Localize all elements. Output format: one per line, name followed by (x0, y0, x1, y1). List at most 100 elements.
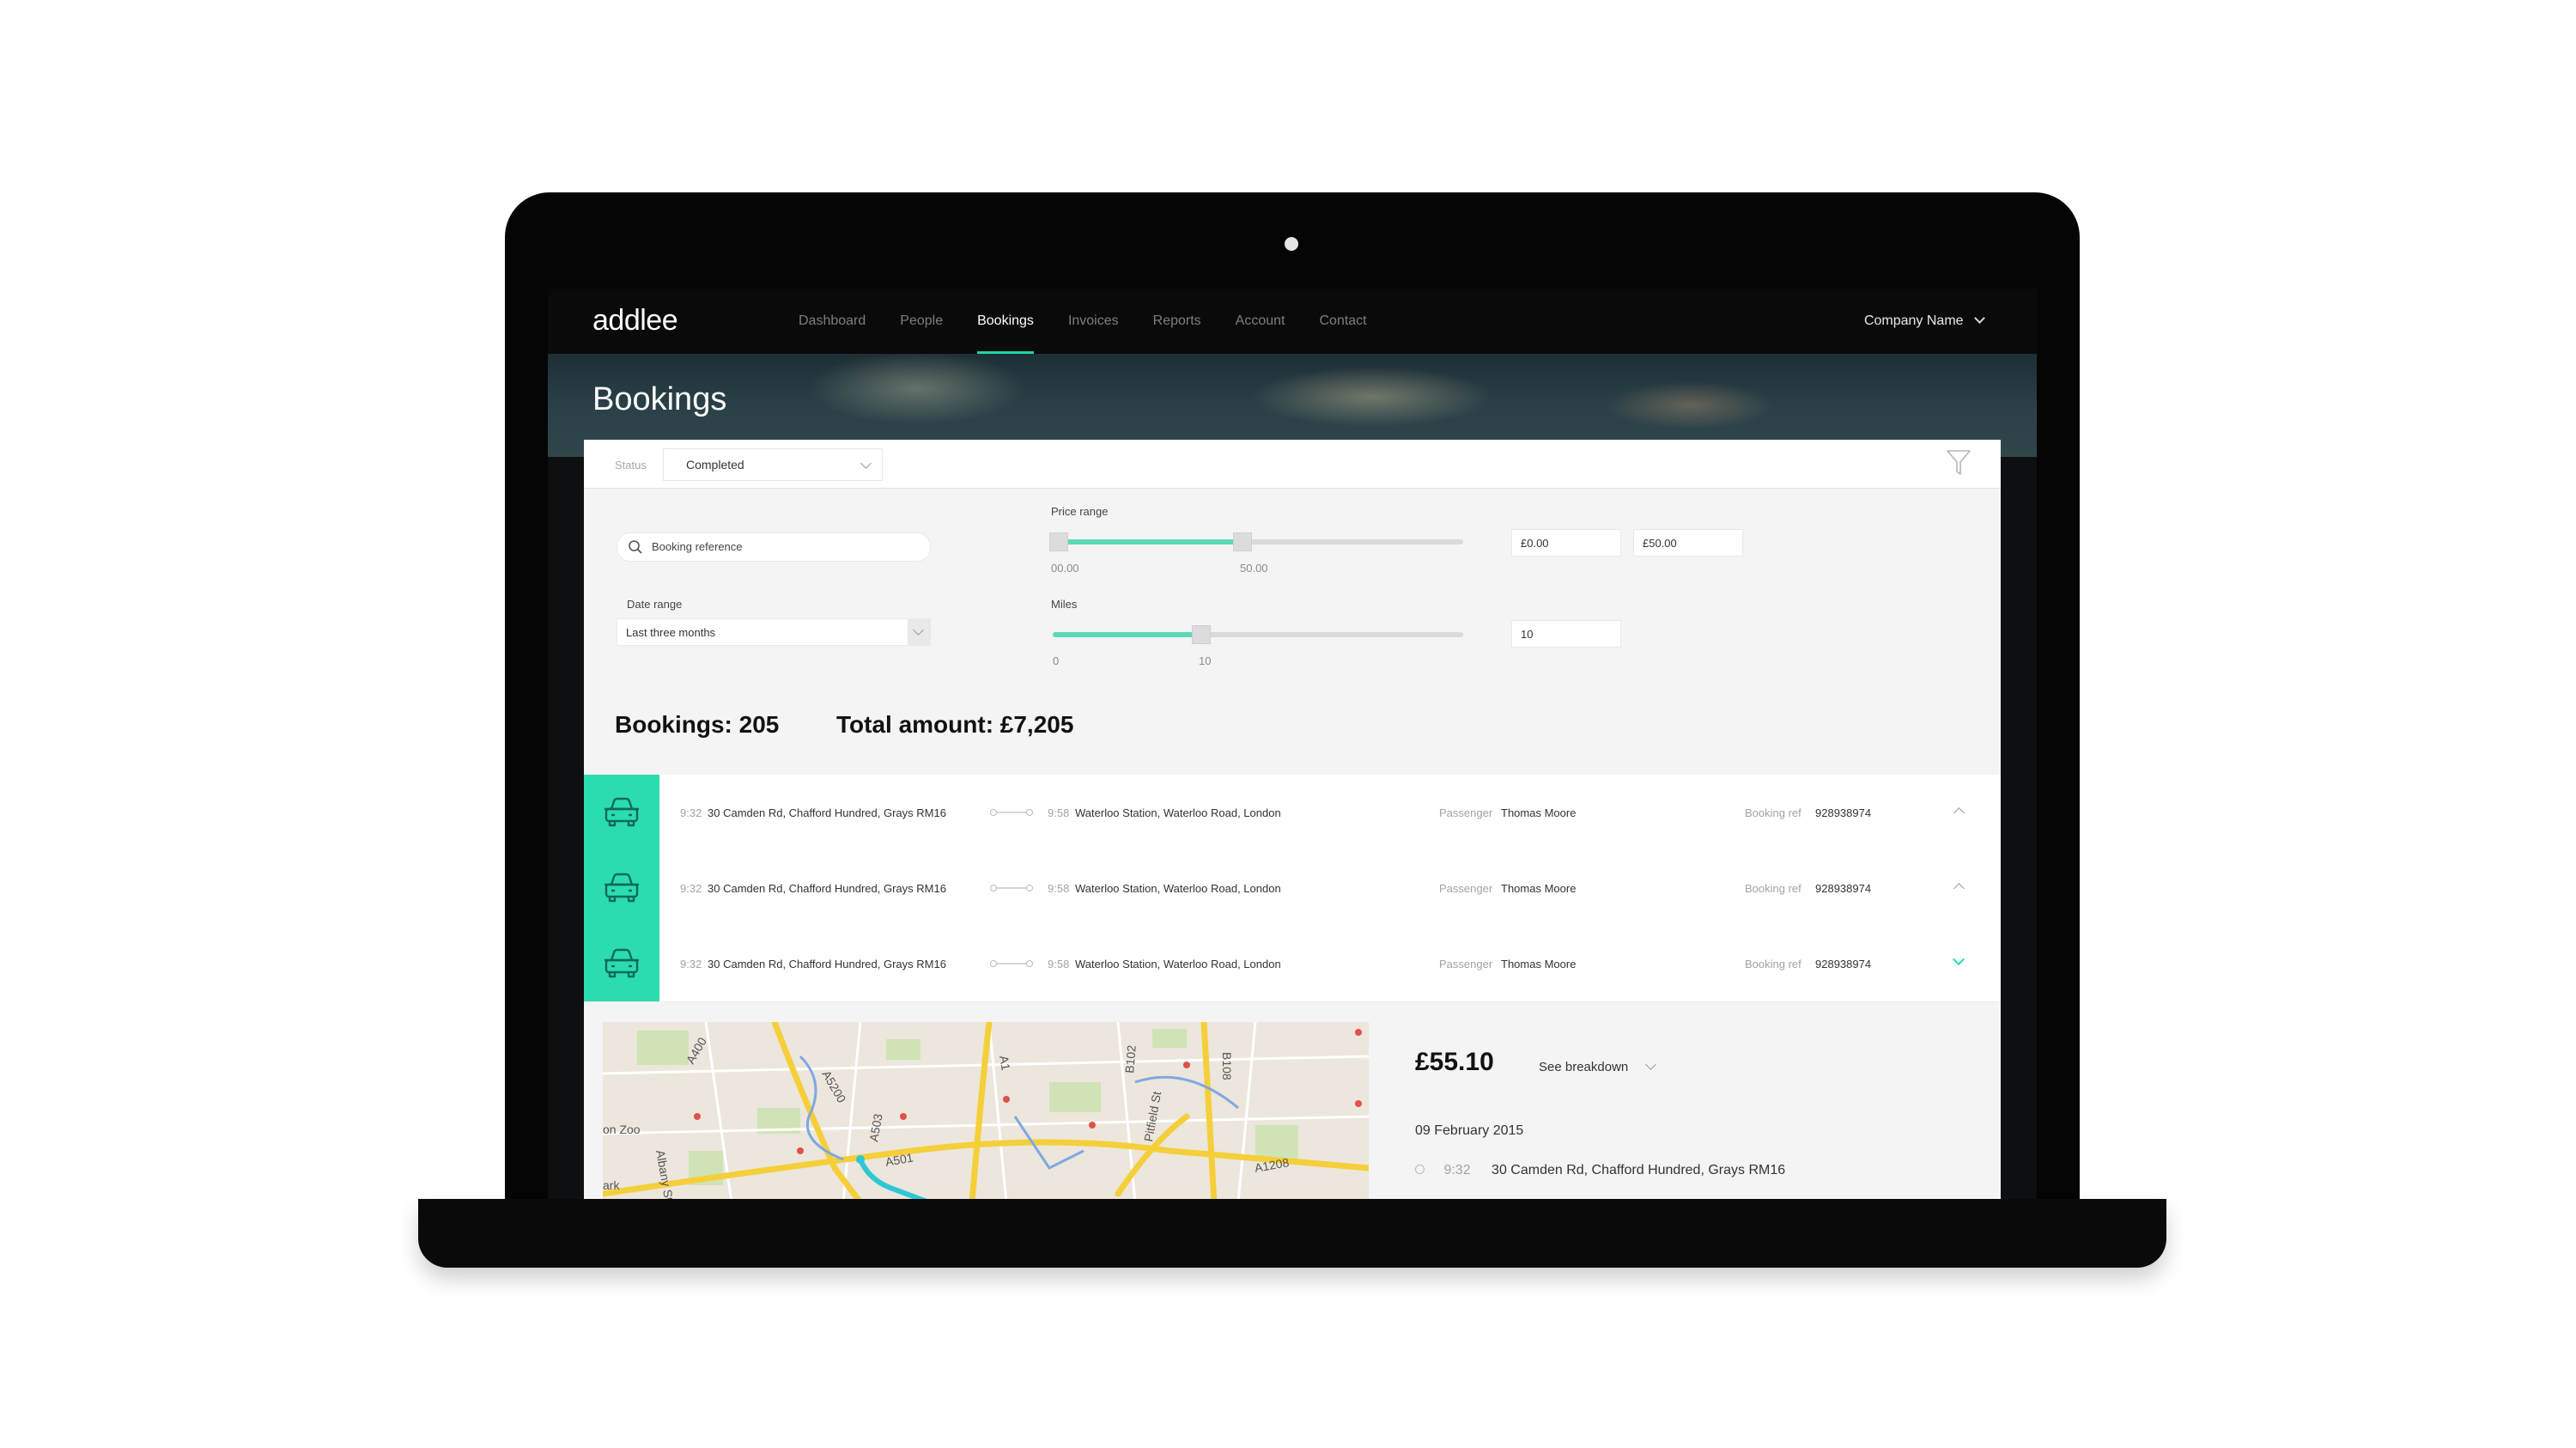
drop-time: 9:58 (1048, 958, 1070, 970)
map-label: A1 (997, 1055, 1013, 1072)
miles-slider[interactable] (1053, 625, 1463, 644)
map-label: ark (603, 1178, 620, 1192)
passenger-name: Thomas Moore (1501, 882, 1577, 895)
car-icon (605, 797, 639, 827)
miles-slider-fill (1053, 632, 1201, 637)
chevron-down-icon (1645, 1059, 1657, 1070)
date-range-dropdown-button[interactable] (908, 619, 930, 645)
status-select[interactable]: Completed (663, 448, 883, 481)
drop-address: Waterloo Station, Waterloo Road, London (1075, 882, 1281, 895)
date-range-select[interactable]: Last three months (617, 618, 931, 646)
map-label: B108 (1220, 1052, 1234, 1080)
passenger-name: Thomas Moore (1501, 806, 1577, 819)
see-breakdown-label: See breakdown (1539, 1060, 1629, 1074)
search-icon (629, 540, 642, 554)
price-min-tick: 00.00 (1051, 562, 1079, 575)
passenger-label: Passenger (1439, 882, 1493, 895)
price-max-tick: 50.00 (1240, 562, 1268, 575)
drop-time: 9:58 (1048, 806, 1070, 819)
nav-contact[interactable]: Contact (1319, 289, 1366, 354)
nav-account[interactable]: Account (1236, 289, 1285, 354)
main-nav: Dashboard People Bookings Invoices Repor… (799, 289, 1401, 354)
miles-label: Miles (1051, 598, 1078, 611)
date-range-value: Last three months (626, 626, 716, 639)
price-max-handle[interactable] (1232, 532, 1252, 551)
pickup-time: 9:32 (680, 806, 702, 819)
page-title: Bookings (592, 381, 727, 417)
miles-handle[interactable] (1192, 625, 1212, 644)
addlee-logo[interactable]: addlee (592, 304, 678, 338)
laptop-base (418, 1199, 2166, 1268)
booking-ref: 928938974 (1815, 806, 1872, 819)
date-range-label: Date range (627, 598, 683, 611)
miles-tick: 10 (1199, 654, 1212, 667)
miles-field[interactable]: 10 (1511, 620, 1621, 648)
price-min-field[interactable]: £0.00 (1511, 529, 1621, 557)
status-label: Status (615, 459, 647, 472)
route-start-dot (990, 809, 997, 816)
journey-leg: 9:32 30 Camden Rd, Chafford Hundred, Gra… (1415, 1163, 1785, 1178)
booking-icon-cell (584, 775, 659, 850)
price-range-label: Price range (1051, 505, 1109, 518)
route-end-dot (1026, 809, 1033, 816)
pickup-time: 9:32 (680, 882, 702, 895)
nav-invoices[interactable]: Invoices (1068, 289, 1119, 354)
price-max-value: £50.00 (1643, 537, 1677, 550)
miles-value: 10 (1521, 628, 1534, 641)
car-icon (605, 873, 639, 903)
filter-icon[interactable] (1946, 448, 1971, 478)
booking-row[interactable]: 9:32 30 Camden Rd, Chafford Hundred, Gra… (584, 850, 2001, 927)
booking-price: £55.10 (1415, 1048, 1494, 1076)
pickup-address: 30 Camden Rd, Chafford Hundred, Grays RM… (708, 958, 946, 970)
route-end-dot (1026, 960, 1033, 967)
price-min-handle[interactable] (1049, 532, 1068, 551)
booking-row[interactable]: 9:32 30 Camden Rd, Chafford Hundred, Gra… (584, 775, 2001, 851)
booking-icon-cell (584, 850, 659, 926)
price-slider-fill (1053, 539, 1242, 545)
chevron-down-icon[interactable] (1952, 952, 1965, 966)
status-bar: Status Completed (584, 440, 2001, 489)
nav-bookings[interactable]: Bookings (977, 289, 1034, 354)
route-start-dot (990, 885, 997, 891)
route-map[interactable]: A400 A5200 A503 A1 B102 B108 A501 Pitfie… (603, 1022, 1369, 1199)
nav-dashboard[interactable]: Dashboard (799, 289, 866, 354)
car-icon (605, 948, 639, 978)
booking-ref-label: Booking ref (1745, 958, 1801, 970)
leg-address: 30 Camden Rd, Chafford Hundred, Grays RM… (1492, 1163, 1786, 1177)
pickup-time: 9:32 (680, 958, 702, 970)
price-min-value: £0.00 (1521, 537, 1549, 550)
pickup-address: 30 Camden Rd, Chafford Hundred, Grays RM… (708, 806, 946, 819)
miles-min-tick: 0 (1053, 654, 1060, 667)
booking-date: 09 February 2015 (1415, 1123, 1524, 1138)
nav-people[interactable]: People (900, 289, 943, 354)
total-amount: Total amount: £7,205 (836, 711, 1074, 738)
chevron-up-icon[interactable] (1953, 807, 1965, 818)
chevron-down-icon (913, 624, 924, 636)
chevron-down-icon (1974, 313, 1985, 324)
price-max-field[interactable]: £50.00 (1633, 529, 1743, 557)
route-end-dot (1026, 885, 1033, 891)
drop-address: Waterloo Station, Waterloo Road, London (1075, 958, 1281, 970)
company-menu[interactable]: Company Name (1863, 289, 1985, 354)
booking-ref: 928938974 (1815, 882, 1872, 895)
route-connector (990, 885, 1033, 891)
bookings-count: Bookings: 205 (615, 711, 780, 738)
booking-row-expanded[interactable]: 9:32 30 Camden Rd, Chafford Hundred, Gra… (584, 926, 2001, 1002)
passenger-label: Passenger (1439, 958, 1493, 970)
nav-reports[interactable]: Reports (1153, 289, 1201, 354)
route-start-dot (990, 960, 997, 967)
chevron-down-icon (860, 458, 872, 469)
booking-ref-label: Booking ref (1745, 806, 1801, 819)
route-connector (990, 809, 1033, 816)
webcam (1285, 237, 1298, 251)
chevron-up-icon[interactable] (1953, 883, 1965, 894)
bookings-panel: Status Completed Booking reference Date … (584, 440, 2001, 1199)
company-name: Company Name (1863, 313, 1964, 328)
leg-time: 9:32 (1443, 1163, 1471, 1177)
see-breakdown-button[interactable]: See breakdown (1539, 1059, 1657, 1074)
booking-icon-cell (584, 926, 659, 1001)
price-slider[interactable] (1049, 532, 1463, 551)
route-connector (990, 960, 1033, 967)
passenger-label: Passenger (1439, 806, 1493, 819)
booking-search-input[interactable]: Booking reference (617, 532, 931, 562)
